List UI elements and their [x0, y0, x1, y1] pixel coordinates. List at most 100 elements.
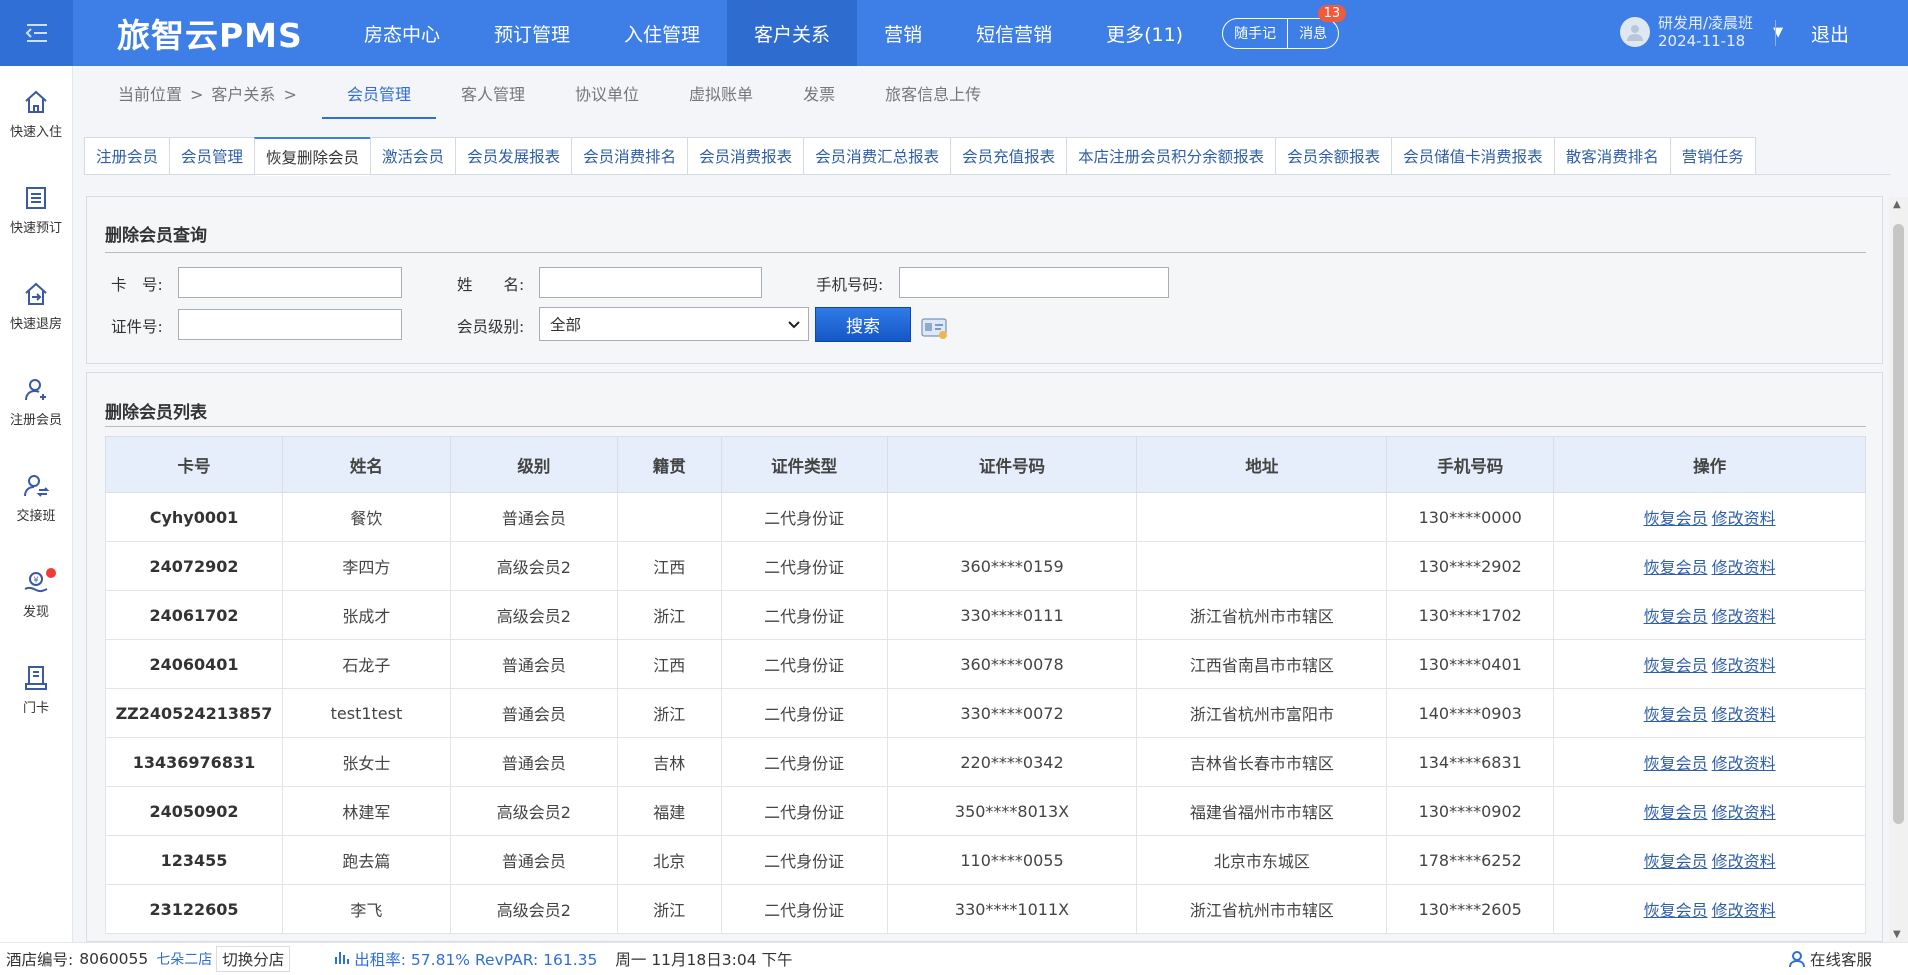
cell-phone: 140****0903: [1386, 688, 1555, 738]
sidebar-item-shift[interactable]: 交接班: [0, 450, 72, 546]
col-level[interactable]: 级别: [449, 436, 618, 493]
nav-checkin[interactable]: 入住管理: [597, 0, 727, 66]
cell-name: 石龙子: [281, 639, 451, 689]
edit-profile-link[interactable]: 修改资料: [1712, 803, 1776, 822]
cell-id-type: 二代身份证: [720, 590, 888, 640]
col-native-place[interactable]: 籍贯: [616, 436, 722, 493]
scroll-down-icon[interactable]: ▼: [1893, 929, 1901, 940]
cell-phone: 130****0401: [1386, 639, 1555, 689]
switch-branch-button[interactable]: 切换分店: [216, 946, 291, 972]
nav-crm[interactable]: 客户关系: [727, 0, 858, 66]
tab-restore-deleted-member[interactable]: 恢复删除会员: [254, 137, 371, 176]
tab-member-spend-ranking[interactable]: 会员消费排名: [571, 137, 688, 175]
tab-stored-card-spend-report[interactable]: 会员储值卡消费报表: [1391, 137, 1554, 175]
tab-member-spend-report[interactable]: 会员消费报表: [687, 137, 804, 175]
nav-booking[interactable]: 预订管理: [467, 0, 597, 66]
cell-level: 高级会员2: [449, 786, 618, 836]
menu-toggle-icon[interactable]: [0, 0, 73, 66]
sidebar-item-discover[interactable]: ¥ 发现: [0, 546, 72, 642]
search-button[interactable]: 搜索: [815, 307, 911, 342]
breadcrumb: 当前位置 > 客户关系 >: [118, 85, 297, 104]
restore-member-link[interactable]: 恢复会员: [1644, 705, 1708, 724]
sidebar-item-doorcard[interactable]: 门卡: [0, 642, 72, 738]
scroll-up-icon[interactable]: ▲: [1893, 199, 1901, 210]
col-phone[interactable]: 手机号码: [1386, 436, 1555, 493]
id-card-reader-icon[interactable]: [921, 317, 949, 345]
sidebar-item-register-member[interactable]: 注册会员: [0, 354, 72, 450]
edit-profile-link[interactable]: 修改资料: [1712, 754, 1776, 773]
tab-member-growth-report[interactable]: 会员发展报表: [455, 137, 572, 175]
tab-member-management[interactable]: 会员管理: [169, 137, 255, 175]
tab-register-member[interactable]: 注册会员: [84, 137, 170, 175]
cell-address: 浙江省杭州市市辖区: [1136, 884, 1388, 934]
edit-profile-link[interactable]: 修改资料: [1712, 656, 1776, 675]
logout-button[interactable]: 退出: [1811, 20, 1849, 47]
edit-profile-link[interactable]: 修改资料: [1712, 509, 1776, 528]
restore-member-link[interactable]: 恢复会员: [1644, 754, 1708, 773]
topbar-divider: [1775, 20, 1776, 46]
subtab-virtual-bill[interactable]: 虚拟账单: [664, 66, 778, 120]
id-no-input[interactable]: [178, 309, 402, 340]
cell-address: 江西省南昌市市辖区: [1136, 639, 1388, 689]
tab-member-balance-report[interactable]: 会员余额报表: [1275, 137, 1392, 175]
user-menu[interactable]: 研发用/凌晨班 2024-11-18 ▼: [1620, 14, 1783, 50]
restore-member-link[interactable]: 恢复会员: [1644, 558, 1708, 577]
nav-sms[interactable]: 短信营销: [949, 0, 1079, 66]
tab-member-recharge-report[interactable]: 会员充值报表: [950, 137, 1067, 175]
phone-label: 手机号码:: [816, 276, 884, 294]
online-service-button[interactable]: 在线客服: [1788, 948, 1872, 970]
subtab-agreement-units[interactable]: 协议单位: [550, 66, 664, 120]
tab-activate-member[interactable]: 激活会员: [370, 137, 456, 175]
restore-member-link[interactable]: 恢复会员: [1644, 607, 1708, 626]
col-id-type[interactable]: 证件类型: [720, 436, 888, 493]
col-id-no[interactable]: 证件号码: [886, 436, 1138, 493]
subtab-member-management[interactable]: 会员管理: [322, 66, 437, 120]
message-button[interactable]: 消息: [1288, 19, 1338, 48]
card-no-label: 卡 号:: [111, 276, 163, 294]
name-input[interactable]: [539, 267, 762, 298]
search-panel: 删除会员查询 卡 号: 姓 名: 手机号码: 证件号: 会员级别: 全部 搜索: [86, 196, 1883, 364]
memo-button[interactable]: 随手记: [1223, 18, 1289, 48]
member-level-select[interactable]: 全部: [539, 307, 809, 341]
edit-profile-link[interactable]: 修改资料: [1712, 705, 1776, 724]
tab-member-spend-summary[interactable]: 会员消费汇总报表: [803, 137, 951, 175]
restore-member-link[interactable]: 恢复会员: [1644, 901, 1708, 920]
sidebar-item-label: 交接班: [16, 508, 56, 524]
edit-profile-link[interactable]: 修改资料: [1712, 901, 1776, 920]
hotel-no-label: 酒店编号:: [6, 951, 74, 969]
cell-name: 跑去篇: [281, 835, 451, 885]
nav-room-status[interactable]: 房态中心: [337, 0, 467, 66]
table-row: 123455 跑去篇 普通会员 北京 二代身份证 110****0055 北京市东城区 178…: [105, 835, 1866, 885]
sidebar-item-quick-checkout[interactable]: 快速退房: [0, 258, 72, 354]
edit-profile-link[interactable]: 修改资料: [1712, 852, 1776, 871]
page-scrollbar[interactable]: ▲ ▼: [1889, 197, 1908, 942]
tab-points-balance-report[interactable]: 本店注册会员积分余额报表: [1066, 137, 1276, 175]
subtab-guest-management[interactable]: 客人管理: [436, 66, 550, 120]
name-label: 姓 名:: [457, 276, 525, 294]
scrollbar-thumb[interactable]: [1893, 224, 1904, 824]
user-date: 2024-11-18: [1658, 32, 1746, 50]
headset-icon: [1789, 951, 1805, 968]
nav-marketing[interactable]: 营销: [857, 0, 949, 66]
col-name[interactable]: 姓名: [281, 436, 451, 493]
tab-marketing-tasks[interactable]: 营销任务: [1669, 137, 1756, 175]
nav-more[interactable]: 更多(11): [1079, 0, 1210, 66]
col-address[interactable]: 地址: [1136, 436, 1388, 493]
sidebar-item-quick-checkin[interactable]: 快速入住: [0, 66, 72, 162]
edit-profile-link[interactable]: 修改资料: [1712, 607, 1776, 626]
tab-walkin-spend-ranking[interactable]: 散客消费排名: [1553, 137, 1670, 175]
edit-profile-link[interactable]: 修改资料: [1712, 558, 1776, 577]
restore-member-link[interactable]: 恢复会员: [1644, 852, 1708, 871]
subtab-invoice[interactable]: 发票: [778, 66, 860, 120]
restore-member-link[interactable]: 恢复会员: [1644, 803, 1708, 822]
restore-member-link[interactable]: 恢复会员: [1644, 509, 1708, 528]
card-no-input[interactable]: [178, 267, 402, 298]
restore-member-link[interactable]: 恢复会员: [1644, 656, 1708, 675]
col-card-no[interactable]: 卡号: [105, 436, 283, 493]
phone-input[interactable]: [899, 267, 1169, 298]
top-bar: 旅智云PMS 房态中心 预订管理 入住管理 客户关系 营销 短信营销 更多(11…: [0, 0, 1908, 66]
sidebar-item-quick-booking[interactable]: 快速预订: [0, 162, 72, 258]
add-user-icon: [25, 378, 46, 400]
subtab-guest-info-upload[interactable]: 旅客信息上传: [860, 66, 1006, 120]
cell-id-type: 二代身份证: [720, 884, 888, 934]
